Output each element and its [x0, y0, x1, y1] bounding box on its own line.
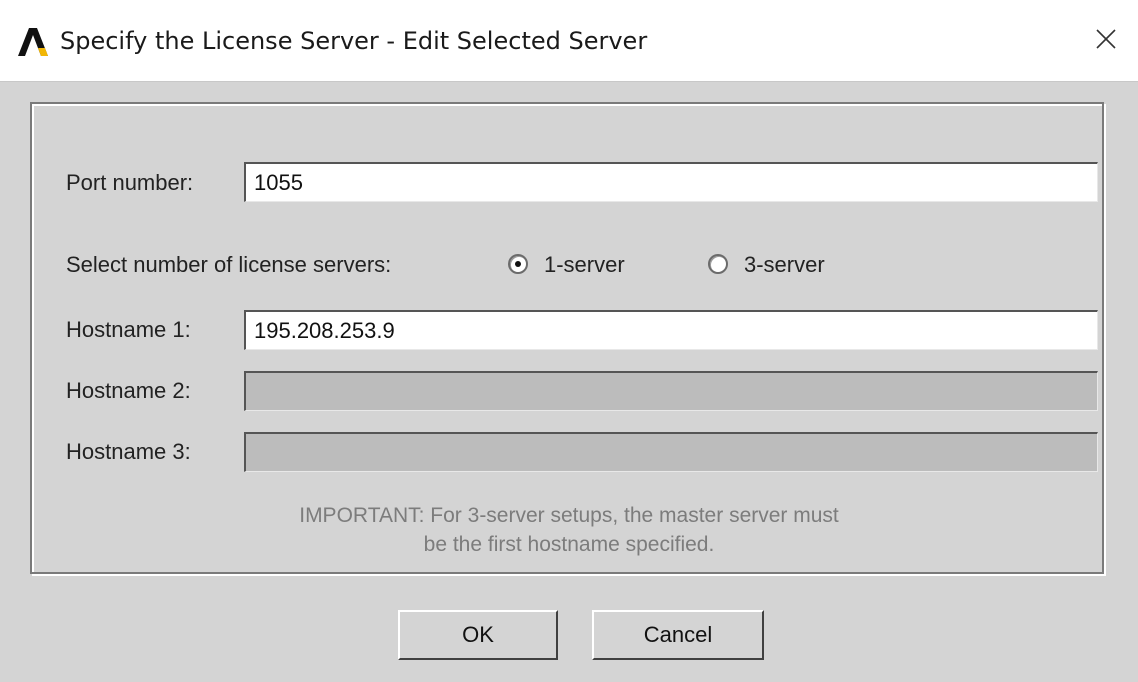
server-settings-panel: Port number: Select number of license se…: [30, 102, 1104, 574]
hostname-3-label: Hostname 3:: [66, 439, 191, 464]
important-note-line-2: be the first hostname specified.: [423, 533, 715, 556]
window-title: Specify the License Server - Edit Select…: [60, 27, 648, 55]
ok-button[interactable]: OK: [398, 610, 558, 660]
hostname-3-input: [244, 432, 1098, 472]
important-note-line-1: IMPORTANT: For 3-server setups, the mast…: [299, 504, 839, 527]
port-number-input[interactable]: [244, 162, 1098, 202]
radio-1-server-label[interactable]: 1-server: [544, 252, 625, 278]
hostname-2-label: Hostname 2:: [66, 378, 191, 403]
title-bar: Specify the License Server - Edit Select…: [0, 0, 1138, 82]
hostname-1-label: Hostname 1:: [66, 317, 191, 342]
hostname-1-input[interactable]: [244, 310, 1098, 350]
radio-3-server-label[interactable]: 3-server: [744, 252, 825, 278]
dialog-body: Port number: Select number of license se…: [0, 82, 1138, 682]
hostname-2-input: [244, 371, 1098, 411]
radio-3-server[interactable]: [708, 254, 728, 274]
close-icon: [1095, 28, 1117, 55]
radio-1-server[interactable]: [508, 254, 528, 274]
ansys-logo-icon: [14, 28, 52, 56]
close-button[interactable]: [1074, 0, 1138, 82]
server-count-label: Select number of license servers:: [66, 252, 392, 277]
port-number-label: Port number:: [66, 170, 194, 195]
cancel-button[interactable]: Cancel: [592, 610, 764, 660]
